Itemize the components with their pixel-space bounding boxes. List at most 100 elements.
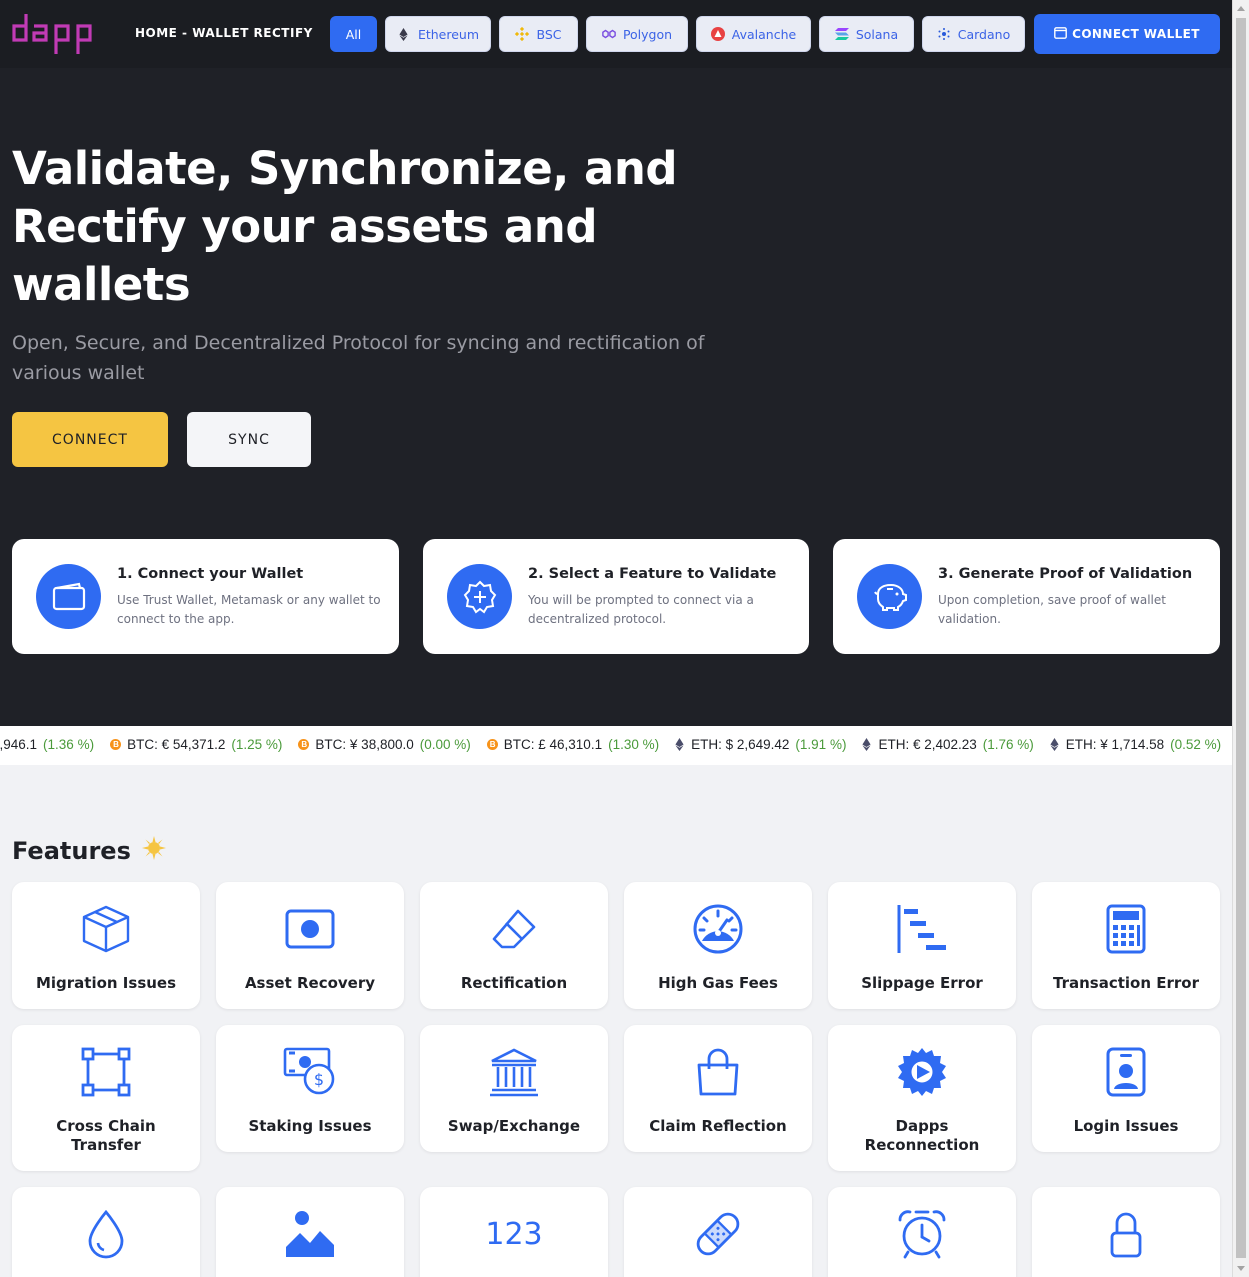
features-heading: Features [12, 835, 167, 867]
ticker-price: 9,946.1 [0, 737, 38, 752]
piggy-bank-icon [857, 564, 922, 629]
calculator-icon [1096, 902, 1156, 956]
feature-card[interactable]: Migration Issues [12, 882, 200, 1009]
feature-card[interactable]: Rectification [420, 882, 608, 1009]
cardano-icon [937, 27, 951, 41]
ticker-change: (1.76 %) [982, 737, 1034, 752]
feature-label: Staking Issues [248, 1117, 372, 1135]
chain-filter-bsc[interactable]: BSC [499, 16, 578, 52]
alarm-icon [892, 1207, 952, 1261]
connect-wallet-button[interactable]: CONNECT WALLET [1034, 14, 1220, 54]
feature-card[interactable] [12, 1187, 200, 1277]
person-badge-icon [1096, 1045, 1156, 1099]
features-title: Features [12, 837, 131, 865]
bitcoin-icon [298, 739, 310, 750]
chain-label: Solana [855, 26, 899, 42]
ticker-change: (0.52 %) [1170, 737, 1222, 752]
feature-card[interactable]: Dapps Reconnection [828, 1025, 1016, 1171]
feature-label: Migration Issues [35, 974, 177, 992]
feature-card[interactable]: Swap/Exchange [420, 1025, 608, 1152]
record-icon [280, 902, 340, 956]
droplet-icon [76, 1207, 136, 1261]
feature-card[interactable]: Claim Reflection [624, 1025, 812, 1152]
chain-filter-polygon[interactable]: Polygon [586, 16, 688, 52]
eraser-icon [484, 902, 544, 956]
ethereum-icon [862, 738, 872, 751]
123-icon: 123 [484, 1207, 544, 1261]
scroll-up-arrow[interactable] [1237, 6, 1245, 11]
ticker-price: BTC: ¥ 38,800.0 [315, 737, 414, 752]
svg-text:$: $ [314, 1070, 324, 1089]
chain-label: Ethereum [417, 26, 480, 42]
connect-button[interactable]: CONNECT [12, 412, 168, 467]
feature-card[interactable]: Cross Chain Transfer [12, 1025, 200, 1171]
ticker-item: BTC: £ 46,310.1 (1.30 %) [486, 737, 659, 752]
chain-filter-ethereum[interactable]: Ethereum [385, 16, 491, 52]
bandaid-icon [688, 1207, 748, 1261]
ticker-price: ETH: € 2,402.23 [878, 737, 977, 752]
top-navbar: HOME - WALLET RECTIFY All Ethereum BSC P… [0, 0, 1232, 68]
ticker-change: (1.25 %) [231, 737, 283, 752]
feature-card[interactable]: High Gas Fees [624, 882, 812, 1009]
hero-title: Validate, Synchronize, and Rectify your … [12, 142, 678, 311]
bnb-icon [515, 27, 530, 41]
feature-card[interactable]: Slippage Error [828, 882, 1016, 1009]
ethereum-icon [675, 738, 685, 751]
step-card-connect: 1. Connect your Wallet Use Trust Wallet,… [12, 539, 399, 654]
feature-card[interactable]: $ Staking Issues [216, 1025, 404, 1152]
bar-chart-steps-icon [892, 902, 952, 956]
gear-play-icon [892, 1045, 952, 1099]
hero-section: HOME - WALLET RECTIFY All Ethereum BSC P… [0, 0, 1232, 726]
ticker-price: BTC: £ 46,310.1 [503, 737, 603, 752]
step-card-select: 2. Select a Feature to Validate You will… [423, 539, 809, 654]
box-icon [76, 902, 136, 956]
ticker-item: ETH: $ 2,649.42 (1.91 %) [675, 737, 846, 752]
step-description: Use Trust Wallet, Metamask or any wallet… [117, 593, 381, 626]
feature-label: Asset Recovery [244, 974, 376, 992]
feature-card[interactable] [1032, 1187, 1220, 1277]
feature-card[interactable]: Login Issues [1032, 1025, 1220, 1152]
bitcoin-icon [110, 739, 122, 750]
ethereum-icon [397, 27, 411, 41]
feature-label: Claim Reflection [649, 1117, 787, 1135]
feature-card[interactable]: Asset Recovery [216, 882, 404, 1009]
chain-filter-cardano[interactable]: Cardano [922, 16, 1025, 52]
sync-button[interactable]: SYNC [187, 412, 311, 467]
bag-icon [688, 1045, 748, 1099]
feature-label: Dapps Reconnection [864, 1117, 980, 1154]
chain-filter-all[interactable]: All [330, 16, 377, 52]
bank-icon [484, 1045, 544, 1099]
feature-card[interactable] [624, 1187, 812, 1277]
bounding-box-icon [76, 1045, 136, 1099]
step-card-proof: 3. Generate Proof of Validation Upon com… [833, 539, 1220, 654]
feature-label: Swap/Exchange [447, 1117, 581, 1135]
ticker-item: BTC: € 54,371.2 (1.25 %) [110, 737, 282, 752]
chain-filter-avalanche[interactable]: Avalanche [696, 16, 811, 52]
scrollbar-thumb[interactable] [1236, 18, 1246, 1258]
feature-label: High Gas Fees [658, 974, 778, 992]
hero-subtitle: Open, Secure, and Decentralized Protocol… [12, 332, 705, 384]
feature-card[interactable]: Transaction Error [1032, 882, 1220, 1009]
dapp-logo[interactable] [12, 12, 104, 56]
step-title: 3. Generate Proof of Validation [938, 566, 1193, 582]
chain-label: Avalanche [731, 26, 797, 42]
feature-card[interactable]: 123 [420, 1187, 608, 1277]
feature-label: Rectification [460, 974, 568, 992]
step-title: 2. Select a Feature to Validate [528, 566, 777, 582]
ticker-price: ETH: ¥ 1,714.58 [1065, 737, 1165, 752]
solana-icon [834, 27, 849, 41]
nav-home-link[interactable]: HOME - WALLET RECTIFY [135, 26, 313, 40]
feature-card[interactable] [828, 1187, 1016, 1277]
bitcoin-icon [486, 739, 498, 750]
price-ticker: 9,946.1(1.36 %)BTC: € 54,371.2(1.25 %)BT… [0, 726, 1232, 765]
chain-label: All [345, 26, 362, 42]
image-icon [280, 1207, 340, 1261]
numeric-glyph: 123 [485, 1216, 543, 1252]
feature-card[interactable] [216, 1187, 404, 1277]
feature-label: Login Issues [1073, 1117, 1179, 1135]
chain-filter-solana[interactable]: Solana [819, 16, 914, 52]
scroll-down-arrow[interactable] [1237, 1266, 1245, 1271]
badge-plus-icon [447, 564, 512, 629]
vertical-scrollbar[interactable] [1232, 0, 1249, 1277]
chain-label: Cardano [957, 26, 1011, 42]
